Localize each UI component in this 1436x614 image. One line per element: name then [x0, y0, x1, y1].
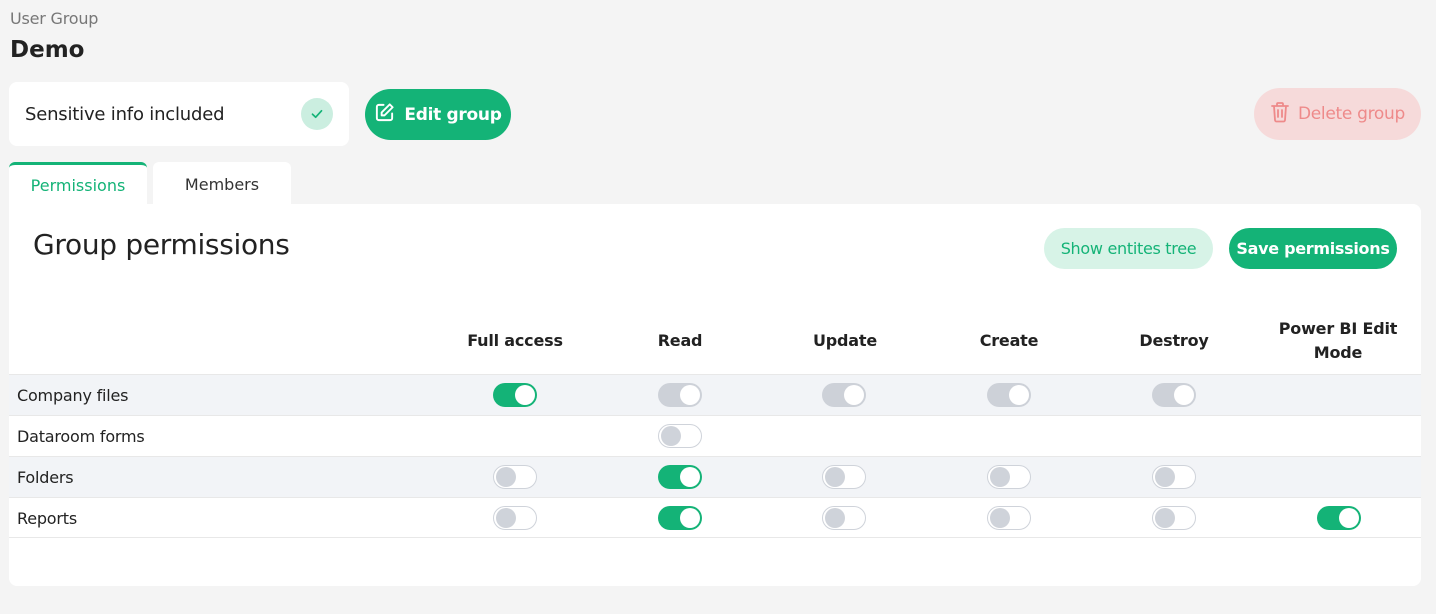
save-permissions-button[interactable]: Save permissions	[1229, 228, 1397, 269]
table-row: Company files	[9, 374, 1421, 415]
toggle-knob	[990, 508, 1010, 528]
trash-icon	[1270, 101, 1290, 128]
table-row: Reports	[9, 497, 1421, 538]
toggle-knob	[515, 385, 535, 405]
table-row: Folders	[9, 456, 1421, 497]
toggle-destroy[interactable]	[1152, 465, 1196, 489]
toggle-knob	[825, 508, 845, 528]
show-entities-tree-button[interactable]: Show entites tree	[1044, 228, 1213, 269]
toggle-create[interactable]	[987, 506, 1031, 530]
row-label: Dataroom forms	[17, 426, 145, 446]
delete-group-button[interactable]: Delete group	[1254, 88, 1421, 140]
column-header-full-access: Full access	[467, 331, 563, 350]
toggle-knob	[680, 385, 700, 405]
sensitive-info-card: Sensitive info included	[9, 82, 349, 146]
toggle-update[interactable]	[822, 465, 866, 489]
toggle-destroy	[1152, 383, 1196, 407]
toggle-knob	[844, 385, 864, 405]
page-title: Demo	[10, 37, 85, 63]
toggle-destroy[interactable]	[1152, 506, 1196, 530]
toggle-knob	[496, 508, 516, 528]
toggle-power-bi-edit-mode[interactable]	[1317, 506, 1361, 530]
check-icon	[301, 98, 333, 130]
column-header-power-bi-edit-mode: Power BI Edit Mode	[1278, 319, 1398, 362]
toggle-update	[822, 383, 866, 407]
toggle-knob	[680, 467, 700, 487]
toggle-knob	[1339, 508, 1359, 528]
column-header-create: Create	[979, 331, 1039, 350]
toggle-read	[658, 383, 702, 407]
column-header-read: Read	[657, 331, 703, 350]
toggle-knob	[1174, 385, 1194, 405]
tab-permissions[interactable]: Permissions	[9, 162, 147, 206]
edit-group-label: Edit group	[404, 104, 502, 125]
toggle-read[interactable]	[658, 506, 702, 530]
sensitive-info-label: Sensitive info included	[25, 103, 225, 125]
toggle-create	[987, 383, 1031, 407]
row-label: Company files	[17, 385, 129, 405]
toggle-knob	[661, 426, 681, 446]
column-header-destroy: Destroy	[1139, 331, 1209, 350]
toggle-knob	[680, 508, 700, 528]
toggle-knob	[825, 467, 845, 487]
tab-members[interactable]: Members	[153, 162, 291, 206]
delete-group-label: Delete group	[1297, 104, 1406, 124]
edit-icon	[374, 102, 395, 128]
column-header-update: Update	[813, 331, 877, 350]
toggle-knob	[1009, 385, 1029, 405]
edit-group-button[interactable]: Edit group	[365, 89, 511, 140]
table-row: Dataroom forms	[9, 415, 1421, 456]
panel-title: Group permissions	[33, 228, 290, 261]
toggle-create[interactable]	[987, 465, 1031, 489]
row-label: Reports	[17, 508, 77, 528]
toggle-knob	[990, 467, 1010, 487]
toggle-knob	[496, 467, 516, 487]
toggle-read[interactable]	[658, 424, 702, 448]
toggle-update[interactable]	[822, 506, 866, 530]
toggle-knob	[1155, 508, 1175, 528]
toggle-knob	[1155, 467, 1175, 487]
toggle-full-access[interactable]	[493, 465, 537, 489]
overline: User Group	[10, 9, 99, 28]
row-label: Folders	[17, 467, 74, 487]
permissions-panel: Group permissions Show entites tree Save…	[9, 204, 1421, 586]
toggle-read[interactable]	[658, 465, 702, 489]
toggle-full-access[interactable]	[493, 383, 537, 407]
toggle-full-access[interactable]	[493, 506, 537, 530]
